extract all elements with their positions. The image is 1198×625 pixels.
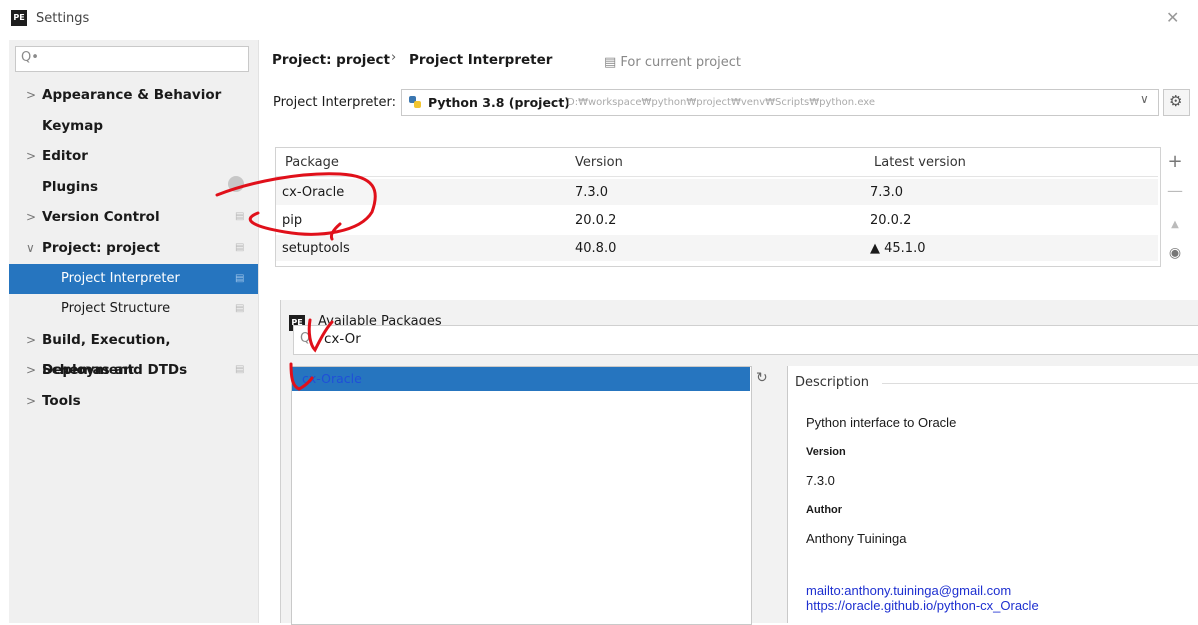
python-icon xyxy=(409,96,421,108)
table-row[interactable] xyxy=(276,179,1158,205)
sidebar-item-project-interpreter[interactable]: Project Interpreter ▤ xyxy=(9,264,258,294)
search-icon: Q• xyxy=(21,50,39,65)
chevron-down-icon: ∨ xyxy=(26,241,35,255)
interpreter-settings-button[interactable]: ⚙ xyxy=(1163,89,1190,116)
project-scope-icon: ▤ xyxy=(235,303,245,314)
add-icon[interactable]: + xyxy=(1160,151,1190,172)
table-row[interactable] xyxy=(276,207,1158,233)
close-icon[interactable]: ✕ xyxy=(1166,8,1179,27)
project-scope-icon: ▤ xyxy=(235,273,245,284)
package-search-input[interactable]: Q cx-Or xyxy=(293,325,1198,355)
title-bar xyxy=(0,0,1198,40)
app-icon: PE xyxy=(11,10,27,26)
sidebar-item-label: Project: project xyxy=(42,240,160,256)
sidebar-item-editor[interactable]: > Editor xyxy=(9,141,258,171)
sidebar-item-appearance[interactable]: > Appearance & Behavior xyxy=(9,80,258,110)
sidebar-item-label: Appearance & Behavior xyxy=(42,87,222,103)
plugins-badge xyxy=(228,176,244,192)
sidebar-item-label: Editor xyxy=(42,148,88,164)
package-latest: 7.3.0 xyxy=(870,185,904,200)
sidebar-item-schemas[interactable]: > Schemas and DTDs ▤ xyxy=(9,355,258,385)
sidebar-item-label: Plugins xyxy=(42,179,99,195)
chevron-right-icon: > xyxy=(26,333,37,347)
version-value: 7.3.0 xyxy=(806,473,835,488)
chevron-right-icon: > xyxy=(26,88,37,102)
sidebar-item-label: Tools xyxy=(42,393,81,409)
breadcrumb-current: Project Interpreter xyxy=(409,52,553,68)
sidebar-item-keymap[interactable]: Keymap xyxy=(9,111,258,141)
sidebar-item-plugins[interactable]: Plugins xyxy=(9,172,258,202)
project-scope-icon: ▤ xyxy=(235,242,245,253)
scope-note: ▤ For current project xyxy=(604,55,742,70)
table-toolbar: + — ▲ ◉ xyxy=(1160,147,1196,272)
project-scope-icon: ▤ xyxy=(604,55,621,70)
remove-icon[interactable]: — xyxy=(1160,181,1190,200)
chevron-right-icon: > xyxy=(26,210,37,224)
package-search-value: cx-Or xyxy=(324,331,361,347)
refresh-icon[interactable]: ↻ xyxy=(756,370,768,386)
upgrade-icon[interactable]: ▲ xyxy=(1160,219,1190,230)
interpreter-path: D:₩workspace₩python₩project₩venv₩Scripts… xyxy=(567,97,876,108)
table-row[interactable] xyxy=(276,235,1158,261)
sidebar-item-version-control[interactable]: > Version Control ▤ xyxy=(9,202,258,232)
author-value: Anthony Tuininga xyxy=(806,531,907,546)
sidebar-item-build[interactable]: > Build, Execution, Deployment xyxy=(9,325,258,378)
sidebar-item-label: Project Interpreter xyxy=(61,271,180,286)
description-header: Description xyxy=(795,375,870,390)
sidebar-item-project-structure[interactable]: Project Structure ▤ xyxy=(9,294,258,324)
breadcrumb-parent[interactable]: Project: project xyxy=(272,52,390,68)
breadcrumb-separator-icon: › xyxy=(391,50,397,65)
version-label: Version xyxy=(806,446,846,458)
sidebar-item-label: Project Structure xyxy=(61,301,171,316)
package-latest: 20.0.2 xyxy=(870,213,912,228)
package-list xyxy=(291,366,752,625)
settings-search-input[interactable]: Q• xyxy=(15,46,249,72)
window-title: Settings xyxy=(36,11,90,26)
interpreter-name: Python 3.8 (project) xyxy=(428,95,571,110)
package-name: cx-Oracle xyxy=(282,185,345,200)
chevron-right-icon: > xyxy=(26,363,37,377)
project-scope-icon: ▤ xyxy=(235,364,245,375)
sidebar-item-label: Schemas and DTDs xyxy=(42,362,188,378)
sidebar-item-tools[interactable]: > Tools xyxy=(9,386,258,416)
author-email-link[interactable]: mailto:anthony.tuininga@gmail.com xyxy=(806,583,1011,598)
package-name: pip xyxy=(282,213,303,228)
column-header-package[interactable]: Package xyxy=(285,155,339,170)
description-summary: Python interface to Oracle xyxy=(806,415,957,430)
search-icon: Q xyxy=(300,331,311,346)
chevron-right-icon: > xyxy=(26,394,37,408)
package-version: 20.0.2 xyxy=(575,213,617,228)
project-url-link[interactable]: https://oracle.github.io/python-cx_Oracl… xyxy=(806,598,1039,613)
chevron-right-icon: > xyxy=(26,149,37,163)
sidebar-item-label: Keymap xyxy=(42,118,104,134)
sidebar-item-project[interactable]: ∨ Project: project ▤ xyxy=(9,233,258,263)
eye-icon[interactable]: ◉ xyxy=(1160,245,1190,261)
package-name: setuptools xyxy=(282,241,350,256)
interpreter-label: Project Interpreter: xyxy=(273,95,397,110)
project-scope-icon: ▤ xyxy=(235,211,245,222)
column-header-version[interactable]: Version xyxy=(575,155,623,170)
column-header-latest[interactable]: Latest version xyxy=(874,155,966,170)
chevron-down-icon[interactable]: ∨ xyxy=(1140,92,1149,106)
sidebar-item-label: Version Control xyxy=(42,209,160,225)
package-version: 7.3.0 xyxy=(575,185,609,200)
gear-icon: ⚙ xyxy=(1169,92,1183,110)
package-result-name[interactable]: cx-Oracle xyxy=(302,371,362,386)
header-divider xyxy=(276,176,1158,177)
package-latest: ▲ 45.1.0 xyxy=(870,241,926,256)
author-label: Author xyxy=(806,504,843,516)
divider xyxy=(882,383,1198,384)
package-version: 40.8.0 xyxy=(575,241,617,256)
